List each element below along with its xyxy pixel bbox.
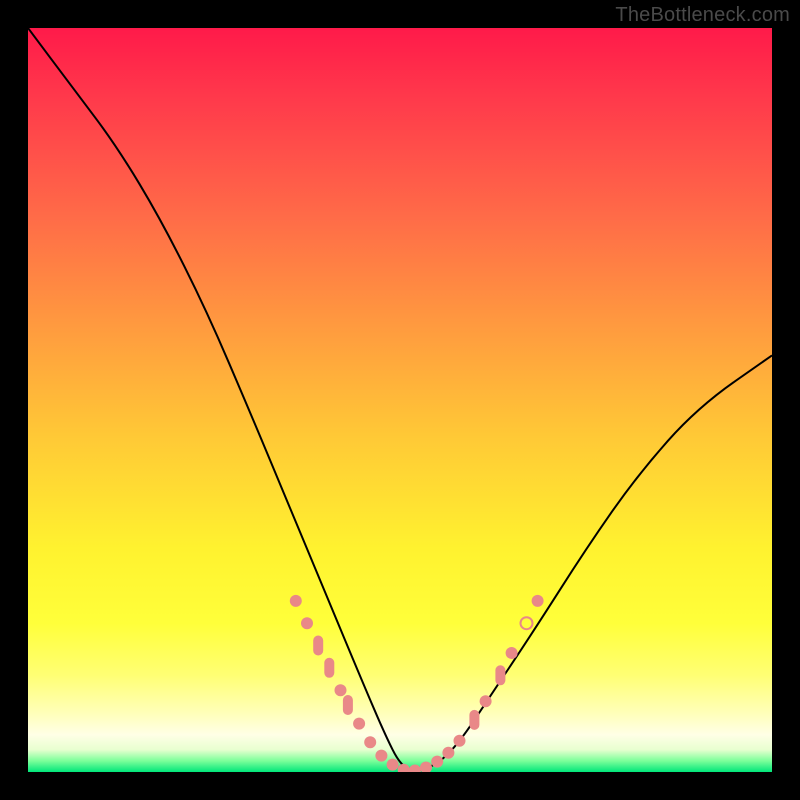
data-marker [387,759,399,771]
data-markers [290,595,544,772]
data-marker [335,684,347,696]
data-marker [454,735,466,747]
data-marker [506,647,518,659]
data-marker [364,736,376,748]
chart-plot-area [28,28,772,772]
bottleneck-curve [28,28,772,770]
data-marker [301,617,313,629]
data-marker [521,617,533,629]
watermark-text: TheBottleneck.com [615,4,790,27]
data-marker [480,695,492,707]
data-marker [420,762,432,773]
data-marker [532,595,544,607]
chart-svg [28,28,772,772]
data-marker [324,658,334,678]
data-marker [409,765,421,773]
data-marker [495,665,505,685]
data-marker [442,747,454,759]
data-marker [353,718,365,730]
data-marker [375,750,387,762]
data-marker [290,595,302,607]
data-marker [343,695,353,715]
data-marker [431,756,443,768]
data-marker [313,636,323,656]
data-marker [398,764,410,772]
data-marker [469,710,479,730]
